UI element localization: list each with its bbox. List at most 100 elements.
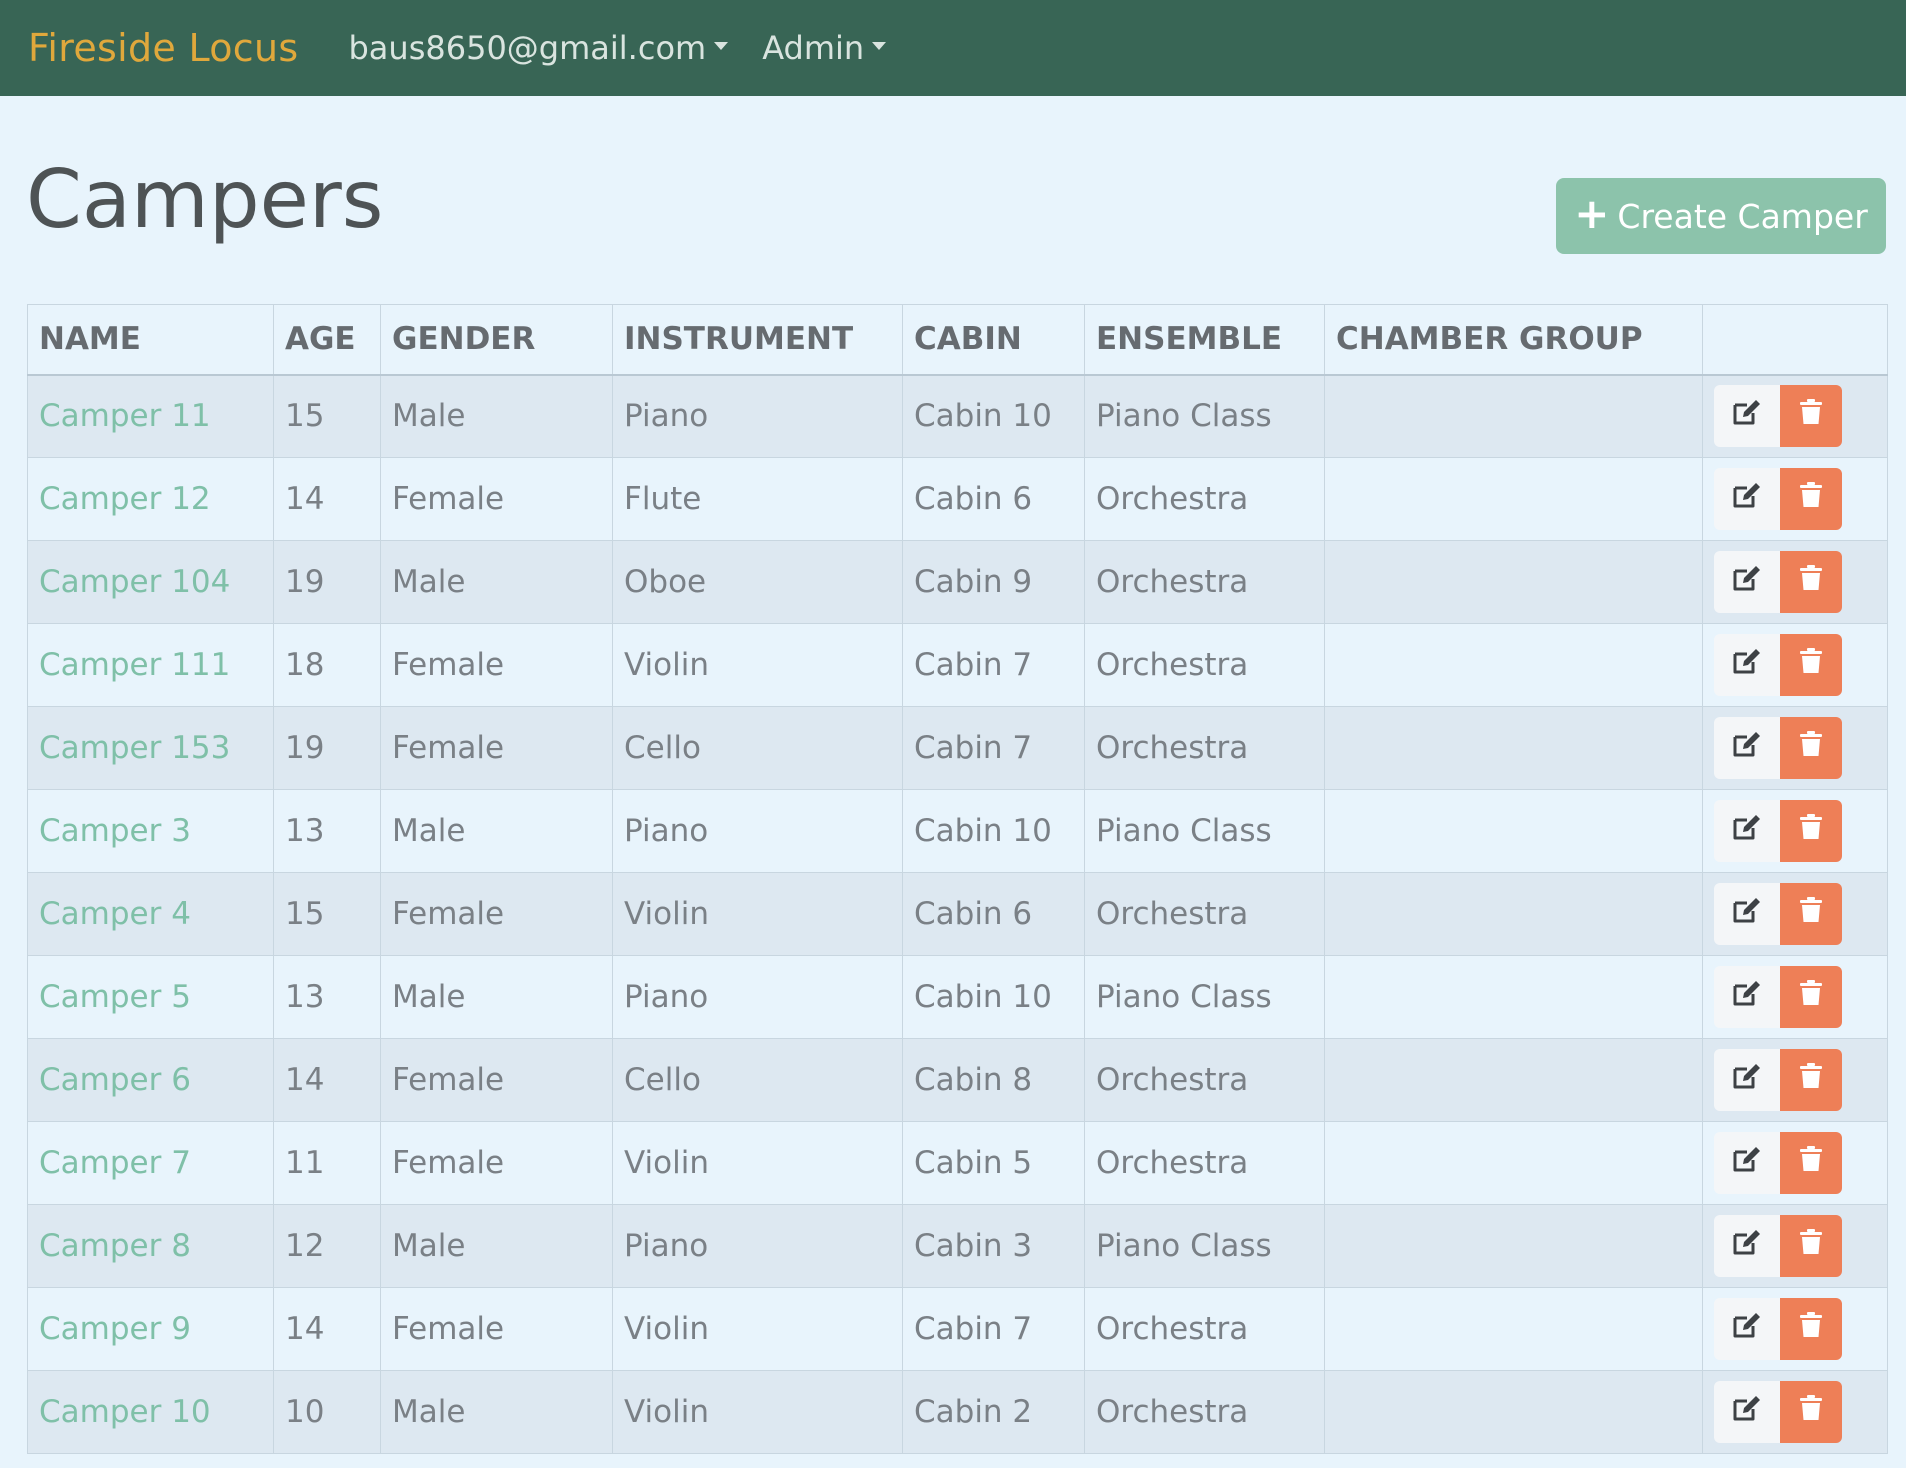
cell-age: 14 xyxy=(273,1038,381,1122)
edit-button[interactable] xyxy=(1714,1049,1780,1111)
trash-icon xyxy=(1799,564,1823,600)
column-header-cabin[interactable]: CABIN xyxy=(902,304,1085,376)
cell-ensemble: Piano Class xyxy=(1084,789,1325,873)
cell-instrument: Violin xyxy=(612,1287,903,1371)
delete-button[interactable] xyxy=(1780,551,1842,613)
user-menu-dropdown[interactable]: baus8650@gmail.com xyxy=(348,29,729,67)
cell-gender: Male xyxy=(380,1370,613,1454)
camper-name-link[interactable]: Camper 6 xyxy=(27,1038,274,1122)
cell-instrument: Piano xyxy=(612,374,903,458)
delete-button[interactable] xyxy=(1780,385,1842,448)
admin-menu-dropdown[interactable]: Admin xyxy=(762,29,887,67)
camper-name-link[interactable]: Camper 12 xyxy=(27,457,274,541)
delete-button[interactable] xyxy=(1780,883,1842,945)
edit-button[interactable] xyxy=(1714,966,1780,1028)
edit-icon xyxy=(1732,1228,1762,1264)
delete-button[interactable] xyxy=(1780,634,1842,696)
cell-actions xyxy=(1702,1204,1888,1288)
table-row: Camper 11 15 Male Piano Cabin 10 Piano Class xyxy=(27,374,1888,458)
edit-button[interactable] xyxy=(1714,634,1780,696)
table-row: Camper 4 15 Female Violin Cabin 6 Orchestra xyxy=(27,872,1888,956)
cell-cabin: Cabin 3 xyxy=(902,1204,1085,1288)
row-actions xyxy=(1714,551,1887,613)
edit-icon xyxy=(1732,1311,1762,1347)
table-row: Camper 111 18 Female Violin Cabin 7 Orchestra xyxy=(27,623,1888,707)
camper-name-link[interactable]: Camper 11 xyxy=(27,374,274,458)
camper-name-link[interactable]: Camper 10 xyxy=(27,1370,274,1454)
delete-button[interactable] xyxy=(1780,717,1842,779)
delete-button[interactable] xyxy=(1780,468,1842,530)
column-header-name[interactable]: NAME xyxy=(27,304,274,376)
camper-name-link[interactable]: Camper 153 xyxy=(27,706,274,790)
edit-button[interactable] xyxy=(1714,1132,1780,1194)
trash-icon xyxy=(1799,813,1823,849)
edit-button[interactable] xyxy=(1714,717,1780,779)
row-actions xyxy=(1714,1298,1887,1360)
cell-chamber-group xyxy=(1324,1287,1703,1371)
camper-name-link[interactable]: Camper 7 xyxy=(27,1121,274,1205)
camper-name-link[interactable]: Camper 9 xyxy=(27,1287,274,1371)
cell-ensemble: Orchestra xyxy=(1084,623,1325,707)
cell-cabin: Cabin 5 xyxy=(902,1121,1085,1205)
cell-age: 13 xyxy=(273,955,381,1039)
cell-actions xyxy=(1702,706,1888,790)
row-actions xyxy=(1714,385,1887,448)
cell-cabin: Cabin 2 xyxy=(902,1370,1085,1454)
brand-logo-link[interactable]: Fireside Locus xyxy=(28,26,298,70)
edit-icon xyxy=(1732,1145,1762,1181)
cell-ensemble: Orchestra xyxy=(1084,1287,1325,1371)
camper-name-link[interactable]: Camper 4 xyxy=(27,872,274,956)
edit-button[interactable] xyxy=(1714,800,1780,862)
campers-table: NAME AGE GENDER INSTRUMENT CABIN ENSEMBL… xyxy=(27,304,1888,1454)
cell-cabin: Cabin 9 xyxy=(902,540,1085,624)
edit-button[interactable] xyxy=(1714,551,1780,613)
delete-button[interactable] xyxy=(1780,1215,1842,1277)
column-header-chamber-group[interactable]: CHAMBER GROUP xyxy=(1324,304,1703,376)
column-header-ensemble[interactable]: ENSEMBLE xyxy=(1084,304,1325,376)
edit-button[interactable] xyxy=(1714,1381,1780,1443)
create-camper-button[interactable]: + Create Camper xyxy=(1556,178,1886,254)
column-header-gender[interactable]: GENDER xyxy=(380,304,613,376)
top-navbar: Fireside Locus baus8650@gmail.com Admin xyxy=(0,0,1906,96)
edit-icon xyxy=(1732,730,1762,766)
edit-button[interactable] xyxy=(1714,385,1780,448)
edit-icon xyxy=(1732,398,1762,434)
camper-name-link[interactable]: Camper 8 xyxy=(27,1204,274,1288)
row-actions xyxy=(1714,1215,1887,1277)
column-header-age[interactable]: AGE xyxy=(273,304,381,376)
delete-button[interactable] xyxy=(1780,800,1842,862)
cell-chamber-group xyxy=(1324,872,1703,956)
delete-button[interactable] xyxy=(1780,1049,1842,1111)
delete-button[interactable] xyxy=(1780,1381,1842,1443)
cell-ensemble: Orchestra xyxy=(1084,706,1325,790)
delete-button[interactable] xyxy=(1780,1132,1842,1194)
cell-instrument: Cello xyxy=(612,1038,903,1122)
camper-name-link[interactable]: Camper 104 xyxy=(27,540,274,624)
cell-ensemble: Orchestra xyxy=(1084,1121,1325,1205)
cell-gender: Female xyxy=(380,706,613,790)
cell-age: 12 xyxy=(273,1204,381,1288)
edit-icon xyxy=(1732,896,1762,932)
delete-button[interactable] xyxy=(1780,966,1842,1028)
delete-button[interactable] xyxy=(1780,1298,1842,1360)
cell-gender: Female xyxy=(380,872,613,956)
camper-name-link[interactable]: Camper 111 xyxy=(27,623,274,707)
plus-icon: + xyxy=(1574,189,1610,238)
row-actions xyxy=(1714,966,1887,1028)
cell-gender: Female xyxy=(380,1038,613,1122)
cell-gender: Female xyxy=(380,1287,613,1371)
edit-button[interactable] xyxy=(1714,468,1780,530)
table-row: Camper 5 13 Male Piano Cabin 10 Piano Class xyxy=(27,955,1888,1039)
camper-name-link[interactable]: Camper 3 xyxy=(27,789,274,873)
cell-actions xyxy=(1702,872,1888,956)
cell-instrument: Flute xyxy=(612,457,903,541)
edit-button[interactable] xyxy=(1714,1215,1780,1277)
edit-button[interactable] xyxy=(1714,1298,1780,1360)
column-header-instrument[interactable]: INSTRUMENT xyxy=(612,304,903,376)
camper-name-link[interactable]: Camper 5 xyxy=(27,955,274,1039)
cell-gender: Male xyxy=(380,789,613,873)
row-actions xyxy=(1714,1381,1887,1443)
edit-button[interactable] xyxy=(1714,883,1780,945)
page-title: Campers xyxy=(26,153,384,246)
row-actions xyxy=(1714,1049,1887,1111)
